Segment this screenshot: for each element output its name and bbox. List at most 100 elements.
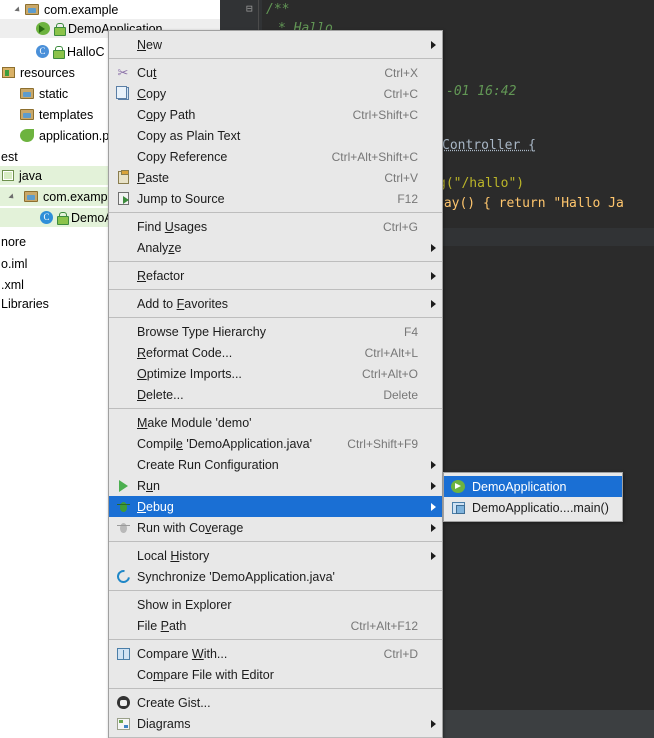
menu-item-shortcut: Ctrl+Shift+F9 <box>347 436 418 451</box>
menu-item-new[interactable]: New <box>109 34 442 55</box>
tree-item-label: o.iml <box>1 256 28 271</box>
menu-item-reformat-code[interactable]: Reformat Code... Ctrl+Alt+L <box>109 342 442 363</box>
menu-item-icon-placeholder <box>113 324 133 340</box>
menu-item-label: Local History <box>137 548 210 563</box>
menu-item-make-module-demo[interactable]: Make Module 'demo' <box>109 412 442 433</box>
spring-properties-icon <box>20 129 34 142</box>
chevron-down-icon[interactable] <box>8 191 19 202</box>
ide-screenshot: 6 7 ⊟ /** * Hallo -01 16:42 Controller {… <box>0 0 654 738</box>
tree-item-package[interactable]: com.example <box>0 0 220 19</box>
submenu-arrow-icon <box>426 551 436 560</box>
sync-icon-glyph <box>113 567 133 586</box>
submenu-arrow-icon <box>426 523 436 532</box>
menu-item-shortcut: Ctrl+V <box>384 170 418 185</box>
menu-item-diagrams[interactable]: Diagrams <box>109 713 442 734</box>
menu-item-compare-file-with-editor[interactable]: Compare File with Editor <box>109 664 442 685</box>
menu-item-shortcut: Ctrl+X <box>384 65 418 80</box>
context-menu[interactable]: New ✂ Cut Ctrl+X Copy Ctrl+C Copy Path Ctrl+Shi… <box>108 30 443 738</box>
main-run-config-icon-glyph <box>451 501 465 514</box>
menu-item-run-with-coverage[interactable]: Run with Coverage <box>109 517 442 538</box>
menu-item-label: Delete... <box>137 387 184 402</box>
menu-item-demoapplicatio-main[interactable]: DemoApplicatio....main() <box>444 497 622 518</box>
debug-icon-glyph <box>116 501 130 513</box>
submenu-arrow-icon <box>426 40 436 49</box>
menu-item-local-history[interactable]: Local History <box>109 545 442 566</box>
code-controller-decl: Controller { <box>442 138 536 153</box>
submenu-arrow-icon <box>426 299 436 308</box>
tree-item-label: resources <box>20 65 75 80</box>
menu-item-demoapplication[interactable]: DemoApplication <box>444 476 622 497</box>
menu-item-copy-as-plain-text[interactable]: Copy as Plain Text <box>109 125 442 146</box>
diagrams-icon <box>113 716 133 732</box>
menu-item-compare-with[interactable]: Compare With... Ctrl+D <box>109 643 442 664</box>
menu-item-icon-placeholder <box>113 618 133 634</box>
menu-item-cut[interactable]: ✂ Cut Ctrl+X <box>109 62 442 83</box>
menu-item-debug[interactable]: Debug <box>109 496 442 517</box>
menu-item-run[interactable]: Run <box>109 475 442 496</box>
menu-item-create-gist[interactable]: Create Gist... <box>109 692 442 713</box>
menu-item-synchronize-demoapplication-java[interactable]: Synchronize 'DemoApplication.java' <box>109 566 442 587</box>
menu-item-browse-type-hierarchy[interactable]: Browse Type Hierarchy F4 <box>109 321 442 342</box>
menu-item-show-in-explorer[interactable]: Show in Explorer <box>109 594 442 615</box>
menu-item-optimize-imports[interactable]: Optimize Imports... Ctrl+Alt+O <box>109 363 442 384</box>
lock-icon <box>54 22 66 36</box>
code-request-mapping: g("/hallo") <box>438 176 524 191</box>
menu-separator <box>109 639 442 640</box>
menu-item-label: Debug <box>137 499 174 514</box>
tree-item-label: DemoA <box>71 210 113 225</box>
menu-item-compile-demoapplication-java[interactable]: Compile 'DemoApplication.java' Ctrl+Shift… <box>109 433 442 454</box>
copy-icon <box>113 86 133 102</box>
menu-item-shortcut: Ctrl+Alt+L <box>364 345 418 360</box>
menu-item-refactor[interactable]: Refactor <box>109 265 442 286</box>
menu-item-label: Copy Path <box>137 107 196 122</box>
lock-icon <box>53 45 65 59</box>
paste-icon <box>113 170 133 186</box>
coverage-icon <box>113 520 133 536</box>
submenu-arrow-icon <box>426 271 436 280</box>
menu-item-label: Make Module 'demo' <box>137 415 252 430</box>
menu-item-label: Jump to Source <box>137 191 225 206</box>
package-folder-icon <box>24 191 38 202</box>
run-icon <box>113 478 133 494</box>
test-class-icon: C <box>40 211 53 224</box>
tree-item-label: static <box>39 86 69 101</box>
menu-item-copy[interactable]: Copy Ctrl+C <box>109 83 442 104</box>
context-menu-body: New ✂ Cut Ctrl+X Copy Ctrl+C Copy Path Ctrl+Shi… <box>109 34 442 738</box>
menu-item-label: Analyze <box>137 240 182 255</box>
menu-item-jump-to-source[interactable]: Jump to Source F12 <box>109 188 442 209</box>
menu-separator <box>109 541 442 542</box>
menu-item-create-run-configuration[interactable]: Create Run Configuration <box>109 454 442 475</box>
menu-item-icon-placeholder <box>113 415 133 431</box>
menu-item-copy-path[interactable]: Copy Path Ctrl+Shift+C <box>109 104 442 125</box>
debug-submenu[interactable]: DemoApplication DemoApplicatio....main() <box>443 472 623 522</box>
menu-item-icon-placeholder <box>113 296 133 312</box>
package-folder-icon <box>25 4 39 15</box>
gist-icon-glyph <box>116 696 130 709</box>
compare-icon-glyph <box>116 647 130 660</box>
menu-item-add-to-favorites[interactable]: Add to Favorites <box>109 293 442 314</box>
jump-to-source-icon-glyph <box>117 192 129 205</box>
menu-item-copy-reference[interactable]: Copy Reference Ctrl+Alt+Shift+C <box>109 146 442 167</box>
menu-item-find-usages[interactable]: Find Usages Ctrl+G <box>109 216 442 237</box>
menu-item-icon-placeholder <box>113 345 133 361</box>
folder-icon <box>20 88 34 99</box>
tree-item-label: java <box>19 168 42 183</box>
menu-separator <box>109 212 442 213</box>
menu-separator <box>109 317 442 318</box>
menu-item-paste[interactable]: Paste Ctrl+V <box>109 167 442 188</box>
menu-item-analyze[interactable]: Analyze <box>109 237 442 258</box>
menu-item-label: DemoApplicatio....main() <box>472 500 609 515</box>
chevron-down-icon[interactable] <box>14 4 25 15</box>
menu-item-delete[interactable]: Delete... Delete <box>109 384 442 405</box>
menu-item-label: Browse Type Hierarchy <box>137 324 266 339</box>
menu-item-icon-placeholder <box>113 387 133 403</box>
menu-item-file-path[interactable]: File Path Ctrl+Alt+F12 <box>109 615 442 636</box>
code-fold-icon[interactable]: ⊟ <box>246 2 253 15</box>
tree-item-label: Libraries <box>1 296 49 311</box>
jump-to-source-icon <box>113 191 133 207</box>
menu-item-label: Show in Explorer <box>137 597 232 612</box>
menu-separator <box>109 58 442 59</box>
menu-item-icon-placeholder <box>113 268 133 284</box>
menu-separator <box>109 688 442 689</box>
java-class-icon: C <box>36 45 49 58</box>
